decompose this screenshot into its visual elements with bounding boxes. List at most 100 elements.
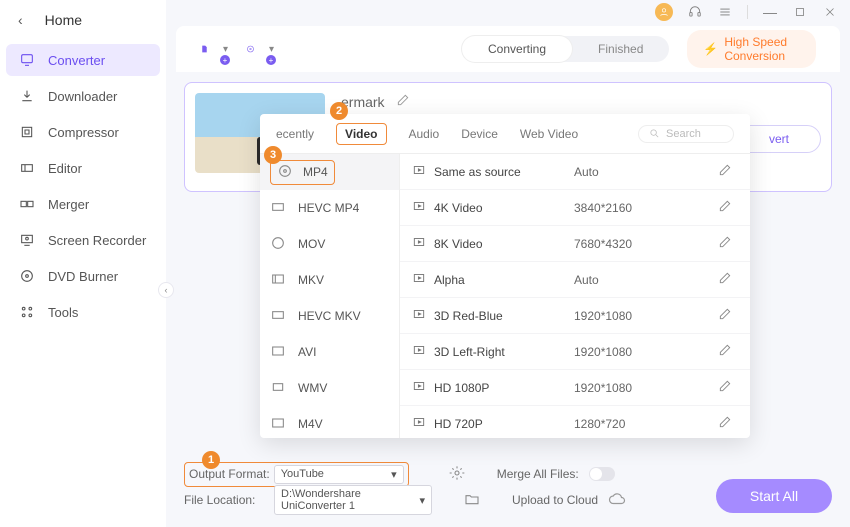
minimize-icon[interactable]: — (762, 4, 778, 20)
popup-columns: MP4 HEVC MP4 MOV MKV HEVC MKV AVI WMV M4… (260, 154, 750, 438)
preset-name: 3D Left-Right (434, 345, 574, 359)
preset-name: Same as source (434, 165, 574, 179)
sidebar-item-label: Merger (48, 197, 89, 212)
search-placeholder: Search (666, 128, 701, 140)
sidebar-item-label: Screen Recorder (48, 233, 146, 248)
rename-icon[interactable] (396, 94, 410, 110)
status-segment: Converting Finished (462, 36, 669, 62)
tab-recently[interactable]: ecently (276, 127, 314, 141)
sidebar-item-downloader[interactable]: Downloader (6, 80, 160, 112)
sidebar-item-dvd-burner[interactable]: DVD Burner (6, 260, 160, 292)
mp4-icon (277, 163, 295, 182)
sidebar-item-editor[interactable]: Editor (6, 152, 160, 184)
avi-icon (270, 343, 288, 362)
close-icon[interactable] (822, 4, 838, 20)
edit-preset-icon[interactable] (718, 343, 738, 360)
add-dvd-button[interactable]: +▾ (246, 35, 274, 63)
sidebar-item-converter[interactable]: Converter (6, 44, 160, 76)
format-label: MKV (298, 273, 324, 287)
search-icon (649, 128, 660, 139)
m4v-icon (270, 415, 288, 434)
user-avatar[interactable] (655, 3, 673, 21)
format-mov[interactable]: MOV (260, 226, 399, 262)
preset-row[interactable]: 3D Red-Blue1920*1080 (400, 298, 750, 334)
maximize-icon[interactable] (792, 4, 808, 20)
upload-cloud-label: Upload to Cloud (512, 493, 598, 507)
file-location-value: D:\Wondershare UniConverter 1 (281, 488, 413, 512)
preset-row[interactable]: 3D Left-Right1920*1080 (400, 334, 750, 370)
preset-res: Auto (574, 165, 718, 179)
tools-icon (18, 304, 36, 320)
preset-res: 7680*4320 (574, 237, 718, 251)
start-all-button[interactable]: Start All (716, 479, 832, 513)
format-hevc-mp4[interactable]: HEVC MP4 (260, 190, 399, 226)
video-out-icon (412, 379, 434, 396)
headset-icon[interactable] (687, 4, 703, 20)
segment-converting[interactable]: Converting (462, 36, 572, 62)
tab-audio[interactable]: Audio (409, 127, 440, 141)
edit-preset-icon[interactable] (718, 379, 738, 396)
preset-row[interactable]: HD 720P1280*720 (400, 406, 750, 438)
add-file-button[interactable]: +▾ (200, 35, 228, 63)
preset-row[interactable]: Same as sourceAuto (400, 154, 750, 190)
edit-preset-icon[interactable] (718, 199, 738, 216)
folder-icon[interactable] (464, 491, 480, 510)
preset-row[interactable]: 8K Video7680*4320 (400, 226, 750, 262)
tab-video[interactable]: Video (336, 123, 386, 145)
preset-row[interactable]: 4K Video3840*2160 (400, 190, 750, 226)
preset-res: 1920*1080 (574, 381, 718, 395)
menu-icon[interactable] (717, 4, 733, 20)
preset-name: 8K Video (434, 237, 574, 251)
screenrec-icon (18, 232, 36, 248)
merge-toggle[interactable] (589, 467, 615, 481)
format-label: MOV (298, 237, 325, 251)
format-avi[interactable]: AVI (260, 334, 399, 370)
sidebar-item-label: Downloader (48, 89, 117, 104)
file-location-select[interactable]: D:\Wondershare UniConverter 1▾ (274, 485, 432, 515)
output-format-select[interactable]: YouTube▾ (274, 465, 404, 484)
preset-name: 4K Video (434, 201, 574, 215)
step-badge-2: 2 (330, 102, 348, 120)
toolbar: +▾ +▾ Converting Finished ⚡High Speed Co… (176, 26, 840, 72)
format-wmv[interactable]: WMV (260, 370, 399, 406)
back-icon[interactable]: ‹ (18, 12, 23, 28)
edit-preset-icon[interactable] (718, 415, 738, 432)
highspeed-label: High Speed Conversion (724, 35, 800, 63)
format-label: HEVC MP4 (298, 201, 359, 215)
sidebar-item-compressor[interactable]: Compressor (6, 116, 160, 148)
footer: 1 Output Format: YouTube▾ Merge All File… (184, 461, 832, 519)
cloud-icon[interactable] (608, 490, 626, 511)
format-m4v[interactable]: M4V (260, 406, 399, 438)
video-out-icon (412, 163, 434, 180)
sidebar-header[interactable]: ‹ Home (0, 0, 166, 40)
settings-icon[interactable] (449, 465, 465, 484)
edit-preset-icon[interactable] (718, 271, 738, 288)
edit-preset-icon[interactable] (718, 163, 738, 180)
edit-preset-icon[interactable] (718, 307, 738, 324)
format-hevc-mkv[interactable]: HEVC MKV (260, 298, 399, 334)
preset-row[interactable]: HD 1080P1920*1080 (400, 370, 750, 406)
video-out-icon (412, 307, 434, 324)
tab-device[interactable]: Device (461, 127, 498, 141)
highspeed-button[interactable]: ⚡High Speed Conversion (687, 30, 816, 68)
segment-finished[interactable]: Finished (572, 36, 669, 62)
mkv-icon (270, 271, 288, 290)
download-icon (18, 88, 36, 104)
format-label: AVI (298, 345, 316, 359)
format-label: HEVC MKV (298, 309, 361, 323)
preset-name: Alpha (434, 273, 574, 287)
preset-res: 1920*1080 (574, 345, 718, 359)
sidebar-item-tools[interactable]: Tools (6, 296, 160, 328)
search-input[interactable]: Search (638, 125, 734, 143)
sidebar-item-merger[interactable]: Merger (6, 188, 160, 220)
output-format-value: YouTube (281, 468, 324, 480)
video-out-icon (412, 199, 434, 216)
edit-preset-icon[interactable] (718, 235, 738, 252)
filename-fragment: ermark (341, 93, 410, 110)
preset-row[interactable]: AlphaAuto (400, 262, 750, 298)
sidebar-item-screen-recorder[interactable]: Screen Recorder (6, 224, 160, 256)
plus-badge-icon: + (266, 55, 276, 65)
format-label: M4V (298, 417, 323, 431)
format-mkv[interactable]: MKV (260, 262, 399, 298)
tab-web-video[interactable]: Web Video (520, 127, 578, 141)
